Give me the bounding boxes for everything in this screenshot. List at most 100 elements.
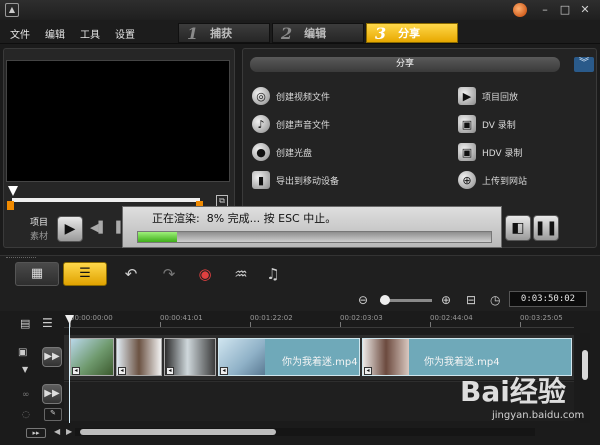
zoom-in-icon[interactable]: ⊕ bbox=[441, 293, 451, 307]
overlay-track-icon[interactable]: ▶▶ bbox=[42, 384, 62, 404]
maximize-button[interactable]: □ bbox=[558, 3, 572, 17]
timeline-view-button[interactable]: ☰ bbox=[63, 262, 107, 286]
ruler-tick bbox=[70, 322, 71, 327]
app-icon[interactable] bbox=[513, 3, 527, 17]
tab-capture[interactable]: 1 捕获 bbox=[178, 23, 270, 43]
project-playback-button[interactable]: ▶ 项目回放 bbox=[458, 87, 518, 105]
add-track-icon[interactable]: ▸▸ bbox=[26, 428, 46, 438]
step-number: 2 bbox=[281, 23, 293, 43]
project-playback-icon: ▶ bbox=[458, 87, 476, 105]
fit-project-icon[interactable]: ⊟ bbox=[466, 293, 476, 307]
mark-in-handle[interactable] bbox=[7, 201, 14, 210]
menu-tools[interactable]: 工具 bbox=[80, 26, 100, 41]
playhead[interactable] bbox=[69, 318, 70, 423]
audio-mixer-icon[interactable]: ♒ bbox=[230, 264, 252, 284]
show-all-tracks-icon[interactable]: ▤ bbox=[20, 317, 30, 330]
audio-icon: ◂ bbox=[166, 367, 174, 375]
prev-frame-icon[interactable]: ◀▌ bbox=[90, 221, 107, 234]
create-disc-button[interactable]: ● 创建光盘 bbox=[252, 143, 312, 161]
insert-clip-icon[interactable]: ▣ bbox=[18, 347, 27, 358]
overlay-track-button[interactable]: ✎ bbox=[44, 408, 62, 421]
vertical-scroll-thumb[interactable] bbox=[582, 350, 588, 380]
tick-label: 00:00:00:00 bbox=[70, 314, 113, 322]
tick-label: 00:01:22:02 bbox=[250, 314, 293, 322]
audio-icon: ◂ bbox=[364, 367, 372, 375]
undo-icon[interactable]: ↶ bbox=[120, 264, 142, 284]
timeline-scroll-right-icon[interactable]: ▶ bbox=[66, 427, 72, 436]
close-button[interactable]: ✕ bbox=[578, 3, 592, 17]
share-option-label: 创建视频文件 bbox=[276, 92, 331, 103]
step-number: 3 bbox=[375, 23, 387, 43]
export-mobile-button[interactable]: ▮ 导出到移动设备 bbox=[252, 171, 339, 189]
link-icon[interactable]: ∞ bbox=[22, 390, 30, 400]
render-preview-toggle-button[interactable]: ◧ bbox=[505, 215, 531, 241]
timeline-scroll-left-icon[interactable]: ◀ bbox=[54, 427, 60, 436]
tick-label: 00:00:41:01 bbox=[160, 314, 203, 322]
menu-file[interactable]: 文件 bbox=[10, 26, 30, 41]
redo-icon[interactable]: ↷ bbox=[158, 264, 180, 284]
menu-edit[interactable]: 编辑 bbox=[45, 26, 65, 41]
scrub-bar[interactable] bbox=[12, 198, 200, 202]
record-capture-icon[interactable]: ◉ bbox=[194, 264, 216, 284]
ruler-tick bbox=[160, 322, 161, 327]
step-number: 1 bbox=[187, 23, 199, 43]
mode-project[interactable]: 项目 bbox=[30, 215, 48, 228]
create-audio-file-button[interactable]: ♪ 创建声音文件 bbox=[252, 115, 330, 133]
share-option-label: HDV 录制 bbox=[482, 148, 523, 159]
next-frame-icon[interactable]: ▐ bbox=[112, 221, 120, 234]
clip-name: 你为我着迷.mp4 bbox=[424, 357, 500, 368]
hdv-record-button[interactable]: ▣ HDV 录制 bbox=[458, 143, 523, 161]
clock-icon: ◷ bbox=[490, 293, 501, 307]
ruler-tick bbox=[340, 322, 341, 327]
timeline-ruler[interactable] bbox=[64, 312, 574, 328]
upload-web-button[interactable]: ⊕ 上传到网站 bbox=[458, 171, 527, 189]
render-status-text: 正在渲染: 8% 完成... 按 ESC 中止。 bbox=[152, 212, 337, 225]
auto-music-icon[interactable]: ♫ bbox=[262, 264, 284, 284]
globe-icon: ⊕ bbox=[458, 171, 476, 189]
track-dropdown-icon[interactable]: ▼ bbox=[22, 365, 28, 374]
watermark-logo: Bai经验 bbox=[460, 375, 566, 408]
step-label: 分享 bbox=[398, 27, 421, 40]
menu-settings[interactable]: 设置 bbox=[115, 26, 135, 41]
storyboard-view-button[interactable]: ▦ bbox=[15, 262, 59, 286]
clip-name: 你为我着迷.mp4 bbox=[282, 357, 358, 368]
title-bar: ▲ – □ ✕ bbox=[0, 0, 600, 20]
track-toggle-icon[interactable]: ◌ bbox=[22, 410, 30, 420]
tab-edit[interactable]: 2 编辑 bbox=[272, 23, 364, 43]
ruler-tick bbox=[430, 322, 431, 327]
audio-icon: ◂ bbox=[220, 367, 228, 375]
play-button[interactable]: ▶ bbox=[57, 216, 83, 242]
tick-label: 00:03:25:05 bbox=[520, 314, 563, 322]
hdv-camera-icon: ▣ bbox=[458, 143, 476, 161]
step-label: 编辑 bbox=[304, 27, 327, 40]
share-option-label: 上传到网站 bbox=[482, 176, 528, 187]
audio-icon: ◂ bbox=[118, 367, 126, 375]
pause-button[interactable]: ❚❚ bbox=[533, 215, 559, 241]
minimize-button[interactable]: – bbox=[538, 3, 552, 17]
ruler-tick bbox=[250, 322, 251, 327]
dv-record-button[interactable]: ▣ DV 录制 bbox=[458, 115, 516, 133]
mobile-device-icon: ▮ bbox=[252, 171, 270, 189]
mode-clip[interactable]: 素材 bbox=[30, 229, 48, 242]
sound-disc-icon: ♪ bbox=[252, 115, 270, 133]
ruler-tick bbox=[520, 322, 521, 327]
collapse-icon[interactable]: ︾ bbox=[574, 57, 594, 72]
menu-bar: 文件 编辑 工具 设置 1 捕获 2 编辑 3 分享 bbox=[0, 20, 600, 44]
zoom-slider-handle[interactable] bbox=[380, 295, 390, 305]
video-track-icon[interactable]: ▶▶ bbox=[42, 347, 62, 367]
timecode-display[interactable]: 0:03:50:02 bbox=[509, 291, 587, 307]
step-label: 捕获 bbox=[210, 27, 233, 40]
share-option-label: 项目回放 bbox=[482, 92, 519, 103]
film-reel-icon: ◎ bbox=[252, 87, 270, 105]
create-video-file-button[interactable]: ◎ 创建视频文件 bbox=[252, 87, 330, 105]
horizontal-scroll-thumb[interactable] bbox=[80, 429, 276, 435]
disc-icon: ● bbox=[252, 143, 270, 161]
track-manager-icon[interactable]: ☰ bbox=[42, 316, 53, 330]
panel-grip bbox=[6, 257, 36, 259]
share-option-label: DV 录制 bbox=[482, 120, 516, 131]
share-option-label: 创建声音文件 bbox=[276, 120, 331, 131]
render-progress-bar bbox=[137, 231, 492, 243]
zoom-out-icon[interactable]: ⊖ bbox=[358, 293, 368, 307]
tab-share[interactable]: 3 分享 bbox=[366, 23, 458, 43]
share-panel-title: 分享 bbox=[250, 57, 560, 72]
